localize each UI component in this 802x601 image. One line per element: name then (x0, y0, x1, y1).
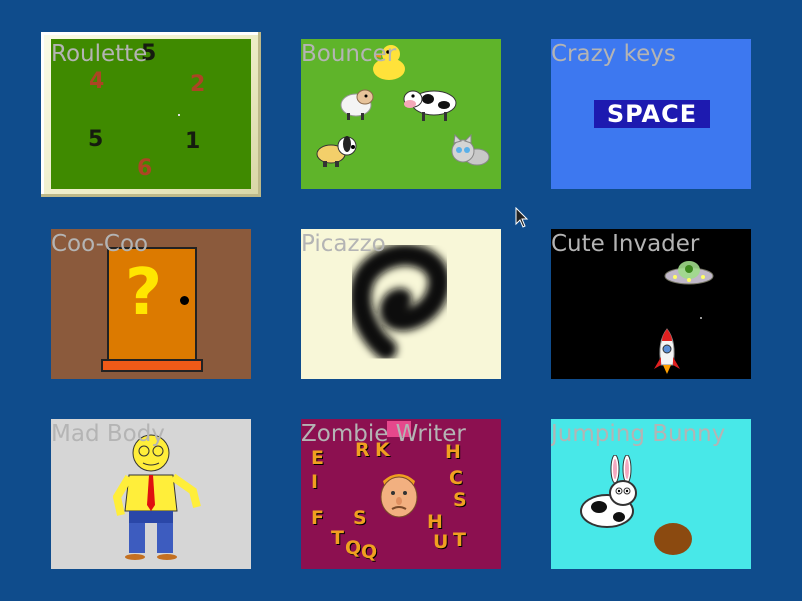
door-step (101, 359, 203, 372)
zombie-letter: Q (361, 541, 378, 563)
zombie-letter: F (311, 507, 324, 529)
zombie-letter: I (311, 471, 319, 493)
zombie-letter: U (433, 531, 449, 553)
roulette-ball (178, 114, 180, 116)
zombie-letter: T (453, 529, 466, 551)
zombie-letter: H (427, 511, 443, 533)
tile-bouncer[interactable]: Bouncer (301, 39, 501, 189)
body-figure (113, 434, 201, 560)
dog-icon (316, 136, 357, 167)
tile-roulette[interactable]: Roulette 5 4 2 5 1 6 (51, 39, 251, 189)
tile-picazzo[interactable]: Picazzo (301, 229, 501, 379)
rocket-icon (654, 328, 680, 374)
tile-mad-body[interactable]: Mad Body (51, 419, 251, 569)
mouse-cursor-icon (515, 207, 529, 228)
zombie-letter: Q (345, 537, 362, 559)
ufo-icon (664, 261, 714, 285)
roulette-number: 1 (185, 129, 201, 154)
tile-cute-invader[interactable]: Cute Invader (551, 229, 751, 379)
tile-title: Cute Invader (551, 231, 700, 257)
tile-title: Crazy keys (551, 41, 676, 67)
tile-title: Coo-Coo (51, 231, 149, 257)
tile-title: Mad Body (51, 421, 165, 447)
tile-jumping-bunny[interactable]: Jumping Bunny (551, 419, 751, 569)
door-knob (180, 296, 189, 305)
space-key-label: SPACE (594, 100, 710, 128)
tile-crazy-keys[interactable]: Crazy keys SPACE (551, 39, 751, 189)
roulette-number: 4 (89, 69, 105, 94)
question-mark: ? (125, 256, 163, 330)
tile-zombie-writer[interactable]: Zombie Writer R K H I C F S H T Q Q S E … (301, 419, 501, 569)
bunny-icon (580, 455, 637, 528)
roulette-number: 2 (190, 72, 206, 97)
roulette-number: 5 (88, 127, 104, 152)
cat-icon (451, 133, 490, 166)
tile-title: Roulette (51, 41, 148, 67)
tile-title: Jumping Bunny (551, 421, 726, 447)
zombie-letter: T (331, 527, 344, 549)
zombie-letter: E (311, 447, 324, 469)
zombie-letter: S (353, 507, 367, 529)
tile-title: Picazzo (301, 231, 386, 257)
tile-coo-coo[interactable]: Coo-Coo ? (51, 229, 251, 379)
star-dot (700, 317, 702, 319)
tile-title: Bouncer (301, 41, 397, 67)
zombie-letter: C (449, 467, 463, 489)
zombie-letter: S (453, 489, 467, 511)
roulette-number: 6 (137, 156, 153, 181)
tile-title: Zombie Writer (301, 421, 466, 447)
zombie-face (380, 474, 418, 518)
cow-icon (403, 90, 457, 121)
sheep-icon (340, 89, 374, 120)
ball-icon (654, 523, 692, 555)
